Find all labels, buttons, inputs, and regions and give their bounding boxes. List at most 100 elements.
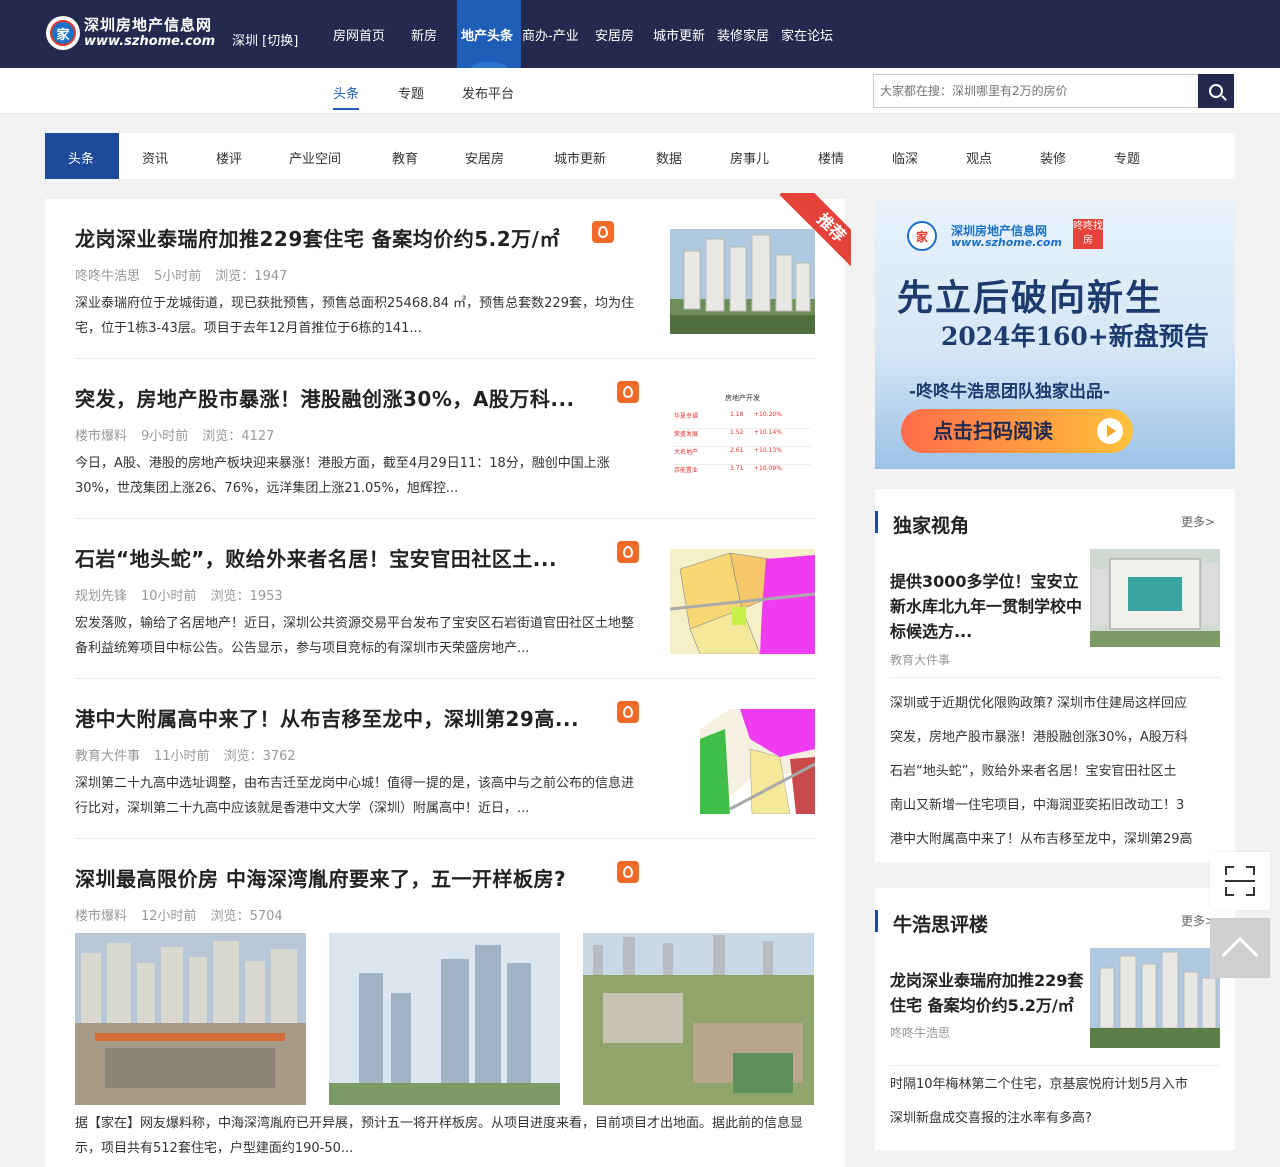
- featured-source: 教育大件事: [890, 653, 951, 667]
- top-navbar: 家 深圳房地产信息网 www.szhome.com 深圳 [切换] 房网首页 新…: [0, 0, 1280, 76]
- list-item[interactable]: 时隔10年梅林第二个住宅，京基宸悦府计划5月入市: [890, 1068, 1220, 1102]
- banner-logo: 家: [907, 221, 937, 251]
- article-title[interactable]: 石岩“地头蛇”，败给外来者名居！宝安官田社区土...: [75, 543, 605, 572]
- arrow-up-icon: [1221, 936, 1259, 974]
- subnav-publish[interactable]: 发布平台: [462, 83, 514, 102]
- list-item[interactable]: 南山又新增一住宅项目，中海润亚奕拓旧改动工！3: [890, 789, 1220, 823]
- nav-item-urban-renewal[interactable]: 城市更新: [653, 25, 705, 44]
- article-photo[interactable]: [329, 933, 560, 1105]
- category-data[interactable]: 数据: [656, 148, 682, 167]
- article-item[interactable]: 石岩“地头蛇”，败给外来者名居！宝安官田社区土... 规划先锋 10小时前 浏览：1…: [75, 519, 815, 679]
- article-source: 楼市爆料: [75, 429, 128, 444]
- banner-read-button[interactable]: 点击扫码阅读: [901, 409, 1133, 453]
- article-views: 浏览：1947: [215, 269, 288, 284]
- back-to-top-button[interactable]: [1210, 918, 1270, 978]
- article-meta: 咚咚牛浩思 5小时前 浏览：1947: [75, 265, 301, 284]
- article-views: 浏览：5704: [210, 909, 283, 924]
- category-opinion[interactable]: 观点: [966, 148, 992, 167]
- article-summary: 宏发落败，输给了名居地产！近日，深圳公共资源交易平台发布了宝安区石岩街道官田社区…: [75, 616, 635, 656]
- scan-qr-button[interactable]: [1210, 852, 1270, 910]
- banner-byline: -咚咚牛浩思团队独家出品-: [909, 382, 1111, 402]
- article-item[interactable]: 深圳最高限价房 中海深湾胤府要来了，五一开样板房? 楼市爆料 12小时前 浏览：57…: [75, 839, 815, 1167]
- site-logo[interactable]: 家: [46, 16, 80, 50]
- category-decoration[interactable]: 装修: [1040, 148, 1066, 167]
- article-meta: 教育大件事 11小时前 浏览：3762: [75, 745, 310, 764]
- stock-table: 华夏幸福 1.18 +10.20% 荣盛发展 1.52 +10.14% 大名地产 2.61…: [674, 411, 811, 483]
- article-title[interactable]: 港中大附属高中来了！从布吉移至龙中，深圳第29高...: [75, 703, 605, 732]
- article-item[interactable]: 港中大附属高中来了！从布吉移至龙中，深圳第29高... 教育大件事 11小时前 浏览…: [75, 679, 815, 839]
- panel-title: 牛浩思评楼: [875, 910, 988, 936]
- category-urban-renewal[interactable]: 城市更新: [554, 148, 606, 167]
- hot-icon: [592, 221, 614, 243]
- category-topics[interactable]: 专题: [1114, 148, 1140, 167]
- article-item[interactable]: 龙岗深业泰瑞府加推229套住宅 备案均价约5.2万/㎡ 咚咚牛浩思 5小时前 浏览：…: [75, 199, 815, 359]
- list-item[interactable]: 突发，房地产股市暴涨！港股融创涨30%，A股万科: [890, 721, 1220, 755]
- list-item[interactable]: 港中大附属高中来了！从布吉移至龙中，深圳第29高: [890, 823, 1220, 857]
- article-thumbnail[interactable]: 房地产开发 华夏幸福 1.18 +10.20% 荣盛发展 1.52 +10.14% 大名…: [670, 389, 815, 494]
- featured-thumbnail[interactable]: [1090, 948, 1220, 1048]
- article-photo[interactable]: [75, 933, 306, 1105]
- nav-item-commercial[interactable]: 商办-产业: [522, 25, 579, 44]
- category-market[interactable]: 楼情: [818, 148, 844, 167]
- category-industry[interactable]: 产业空间: [289, 148, 341, 167]
- article-source: 咚咚牛浩思: [75, 269, 141, 284]
- promo-banner[interactable]: 家 深圳房地产信息网 www.szhome.com 咚咚找房 先立后破向新生 2…: [875, 199, 1235, 469]
- article-views: 浏览：3762: [223, 749, 296, 764]
- exclusive-panel: 独家视角 更多> 提供3000多学位！宝安立新水库北九年一贯制学校中标候选方..…: [875, 489, 1235, 862]
- article-item[interactable]: 突发，房地产股市暴涨！港股融创涨30%，A股万科... 楼市爆料 9小时前 浏览：4…: [75, 359, 815, 519]
- category-news[interactable]: 资讯: [142, 148, 168, 167]
- article-thumbnail[interactable]: [670, 549, 815, 654]
- article-meta: 规划先锋 10小时前 浏览：1953: [75, 585, 297, 604]
- featured-thumbnail[interactable]: [1090, 549, 1220, 647]
- article-meta: 楼市爆料 9小时前 浏览：4127: [75, 425, 288, 444]
- city-switcher[interactable]: 深圳 [切换]: [232, 30, 298, 49]
- category-house-matters[interactable]: 房事儿: [730, 148, 769, 167]
- article-summary: 深业泰瑞府位于龙城街道，现已获批预售，预售总面积25468.84 ㎡，预售总套数…: [75, 296, 634, 336]
- category-affordable[interactable]: 安居房: [465, 148, 504, 167]
- list-item[interactable]: 深圳或于近期优化限购政策? 深圳市住建局这样回应: [890, 687, 1220, 721]
- article-thumbnail[interactable]: [670, 229, 815, 334]
- article-thumbnail[interactable]: [670, 709, 815, 814]
- article-title[interactable]: 龙岗深业泰瑞府加推229套住宅 备案均价约5.2万/㎡: [75, 223, 560, 252]
- sub-nav: 头条 专题 发布平台: [0, 68, 1280, 114]
- nav-item-headlines[interactable]: 地产头条: [461, 25, 513, 44]
- article-time: 9小时前: [141, 429, 189, 444]
- category-near-sz[interactable]: 临深: [892, 148, 918, 167]
- article-time: 5小时前: [154, 269, 202, 284]
- search-input[interactable]: [873, 74, 1199, 108]
- site-url[interactable]: www.szhome.com: [84, 34, 215, 49]
- site-name[interactable]: 深圳房地产信息网: [84, 17, 212, 34]
- category-reviews[interactable]: 楼评: [216, 148, 242, 167]
- list-item[interactable]: 深圳新盘成交喜报的注水率有多高?: [890, 1102, 1220, 1136]
- article-views: 浏览：1953: [210, 589, 283, 604]
- featured-title[interactable]: 龙岗深业泰瑞府加推229套住宅 备案均价约5.2万/㎡: [890, 968, 1086, 1018]
- banner-url: www.szhome.com: [951, 236, 1062, 249]
- nav-item-new-homes[interactable]: 新房: [411, 25, 437, 44]
- subnav-topics[interactable]: 专题: [398, 83, 424, 102]
- article-source: 规划先锋: [75, 589, 128, 604]
- category-education[interactable]: 教育: [392, 148, 418, 167]
- article-title[interactable]: 深圳最高限价房 中海深湾胤府要来了，五一开样板房?: [75, 863, 605, 892]
- featured-title[interactable]: 提供3000多学位！宝安立新水库北九年一贯制学校中标候选方...: [890, 569, 1086, 644]
- hot-icon: [617, 381, 639, 403]
- featured-article[interactable]: 提供3000多学位！宝安立新水库北九年一贯制学校中标候选方... 教育大件事: [890, 549, 1220, 678]
- category-headlines[interactable]: 头条: [68, 148, 94, 167]
- hot-icon: [617, 541, 639, 563]
- article-summary: 今日，A股、港股的房地产板块迎来暴涨！港股方面，截至4月29日11：18分，融创…: [75, 456, 610, 496]
- article-photo[interactable]: [583, 933, 814, 1105]
- article-summary: 据【家在】网友爆料称，中海深湾胤府已开异展，预计五一将开样板房。从项目进度来看，…: [75, 1116, 804, 1156]
- hot-icon: [617, 861, 639, 883]
- nav-item-home[interactable]: 房网首页: [333, 25, 385, 44]
- nav-item-decoration[interactable]: 装修家居: [717, 25, 769, 44]
- panel-more-link[interactable]: 更多>: [1181, 513, 1215, 530]
- featured-article[interactable]: 龙岗深业泰瑞府加推229套住宅 备案均价约5.2万/㎡ 咚咚牛浩思: [890, 948, 1220, 1066]
- banner-tag: 咚咚找房: [1073, 219, 1103, 249]
- logo-mark: 家: [50, 20, 76, 46]
- article-title[interactable]: 突发，房地产股市暴涨！港股融创涨30%，A股万科...: [75, 383, 605, 412]
- search-button[interactable]: [1198, 74, 1234, 108]
- hot-icon: [617, 701, 639, 723]
- list-item[interactable]: 石岩“地头蛇”，败给外来者名居！宝安官田社区土: [890, 755, 1220, 789]
- nav-item-forum[interactable]: 家在论坛: [781, 25, 833, 44]
- nav-item-affordable[interactable]: 安居房: [595, 25, 634, 44]
- subnav-headlines[interactable]: 头条: [333, 83, 360, 110]
